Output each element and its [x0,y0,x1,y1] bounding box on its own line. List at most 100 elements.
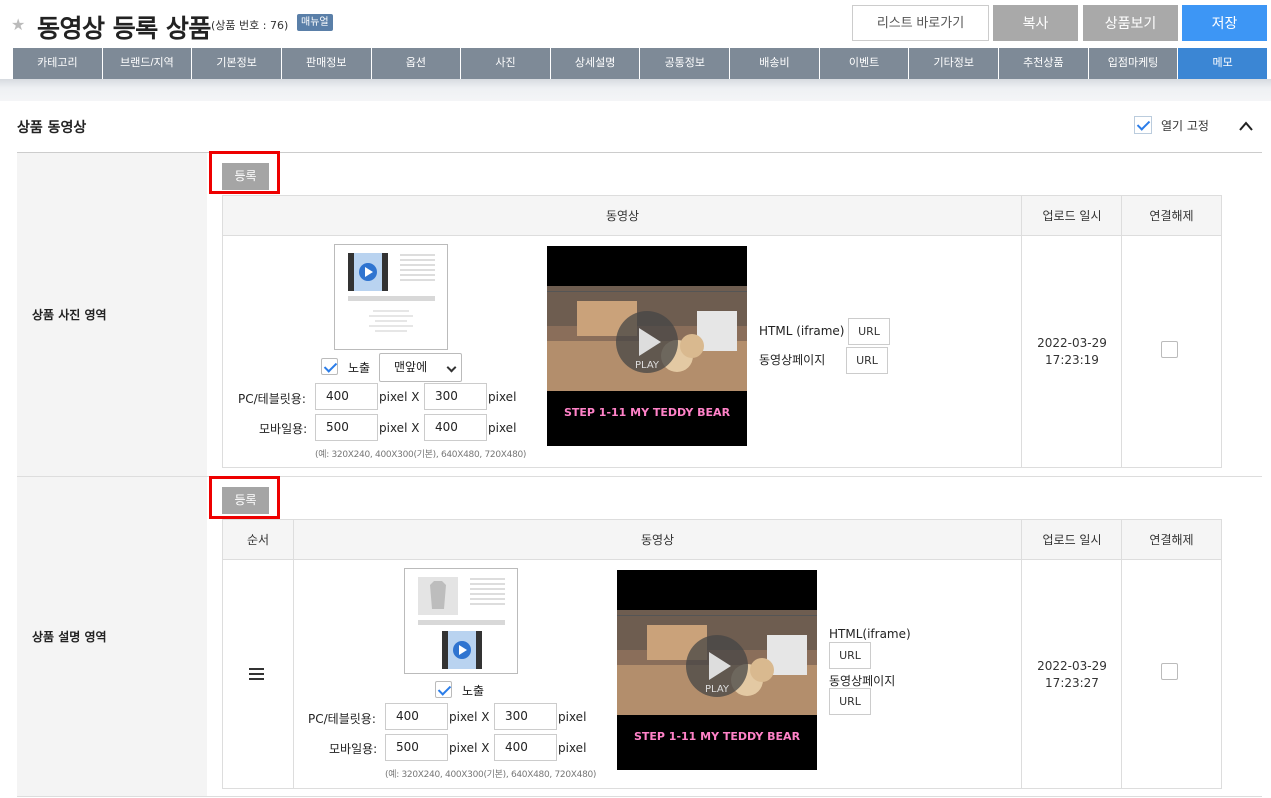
col-divider [1121,520,1122,788]
product-tabs: 카테고리 브랜드/지역 기본정보 판매정보 옵션 사진 상세설명 공통정보 배송… [13,48,1267,79]
html-iframe-label: HTML (iframe) [759,324,845,338]
video-play-label: PLAY [704,684,729,695]
photo-show-label: 노출 [348,361,371,375]
tab-event[interactable]: 이벤트 [819,48,910,79]
tab-common-info[interactable]: 공통정보 [640,48,731,79]
drag-handle-icon[interactable] [249,668,264,680]
pc-height-input[interactable]: 300 [424,383,487,410]
video-preview[interactable]: PLAY STEP 1-11 MY TEDDY BEAR [547,246,747,446]
video-play-label: PLAY [634,360,659,371]
tab-recommended[interactable]: 추천상품 [999,48,1089,79]
keep-open-checkbox[interactable] [1134,116,1152,134]
video-page-url-button[interactable]: URL [829,688,871,715]
col-header-upload-date: 업로드 일시 [1022,520,1122,560]
desc-area-label: 상품 설명 영역 [32,630,107,644]
mobile-size-label: 모바일용: [259,422,308,436]
desc-unlink-checkbox[interactable] [1161,663,1178,680]
upload-datetime: 2022-03-29 17:23:19 [1022,335,1122,369]
mobile-size-label: 모바일용: [329,742,378,756]
mobile-width-input[interactable]: 500 [315,414,378,441]
pixel-x-label: pixel X [379,421,420,435]
photo-register-button[interactable]: 등록 [222,163,269,190]
video-caption: STEP 1-11 MY TEDDY BEAR [633,730,801,743]
video-page-url-button[interactable]: URL [846,347,888,374]
tab-sales-info[interactable]: 판매정보 [281,48,372,79]
mobile-width-input[interactable]: 500 [385,734,448,761]
tab-memo[interactable]: 메모 [1178,48,1267,79]
video-bottom-layout-icon [418,577,505,669]
col-divider [1121,196,1122,467]
html-iframe-url-button[interactable]: URL [848,318,890,345]
page-header: ★ 동영상 등록 상품 (상품 번호 : 76) 매뉴얼 리스트 바로가기 복사… [0,0,1271,46]
mobile-height-input[interactable]: 400 [424,414,487,441]
pc-size-label: PC/테블릿용: [308,712,376,726]
pc-width-input[interactable]: 400 [385,703,448,730]
tab-category[interactable]: 카테고리 [13,48,103,79]
manual-badge[interactable]: 매뉴얼 [297,14,333,31]
save-button[interactable]: 저장 [1182,5,1267,41]
tab-brand-region[interactable]: 브랜드/지역 [102,48,193,79]
position-select-value: 맨앞에 [394,360,428,374]
tab-shipping[interactable]: 배송비 [730,48,820,79]
product-number: (상품 번호 : 76) [211,19,289,32]
tab-description[interactable]: 상세설명 [550,48,641,79]
pixel-label: pixel [558,741,587,755]
keep-open-label: 열기 고정 [1161,119,1209,133]
upload-datetime: 2022-03-29 17:23:27 [1022,658,1122,692]
view-product-button[interactable]: 상품보기 [1083,5,1178,41]
col-header-unlink: 연결해제 [1122,520,1221,560]
tabs-divider [0,79,1271,101]
section-title: 상품 동영상 [17,120,87,136]
copy-button[interactable]: 복사 [993,5,1078,41]
html-iframe-url-button[interactable]: URL [829,642,871,669]
upload-time: 17:23:19 [1045,353,1099,367]
col-divider [1021,520,1022,788]
pixel-label: pixel [488,421,517,435]
col-header-video: 동영상 [293,520,1022,560]
col-header-video: 동영상 [223,196,1022,236]
col-header-unlink: 연결해제 [1122,196,1221,236]
desc-show-label: 노출 [462,684,485,698]
photo-position-select[interactable]: 맨앞에 [379,353,462,382]
pixel-x-label: pixel X [449,741,490,755]
pc-height-input[interactable]: 300 [494,703,557,730]
tab-basic-info[interactable]: 기본정보 [192,48,282,79]
pc-size-label: PC/테블릿용: [238,392,306,406]
upload-date: 2022-03-29 [1037,336,1107,350]
tab-marketing[interactable]: 입점마케팅 [1088,48,1179,79]
size-hint: (예: 320X240, 400X300(기본), 640X480, 720X4… [315,450,527,460]
photo-unlink-checkbox[interactable] [1161,341,1178,358]
video-preview[interactable]: PLAY STEP 1-11 MY TEDDY BEAR [617,570,817,770]
page-title: 동영상 등록 상품 [37,14,211,43]
size-hint: (예: 320X240, 400X300(기본), 640X480, 720X4… [385,770,597,780]
tab-photos[interactable]: 사진 [461,48,551,79]
pc-width-input[interactable]: 400 [315,383,378,410]
video-position-thumbnail [404,568,518,674]
collapse-chevron-up-icon[interactable] [1238,118,1254,134]
col-divider [293,520,294,788]
html-iframe-label: HTML(iframe) [829,627,911,641]
upload-date: 2022-03-29 [1037,659,1107,673]
col-header-order: 순서 [223,520,293,560]
video-page-label: 동영상페이지 [829,674,896,688]
chevron-down-icon [446,362,457,373]
col-header-upload-date: 업로드 일시 [1022,196,1122,236]
video-page-label: 동영상페이지 [759,353,826,367]
tab-other-info[interactable]: 기타정보 [909,48,1000,79]
video-position-thumbnail [334,244,448,350]
mobile-height-input[interactable]: 400 [494,734,557,761]
tab-options[interactable]: 옵션 [371,48,462,79]
desc-register-button[interactable]: 등록 [222,487,269,514]
pixel-label: pixel [488,390,517,404]
pixel-label: pixel [558,710,587,724]
video-caption: STEP 1-11 MY TEDDY BEAR [563,406,731,419]
photo-show-checkbox[interactable] [321,358,338,375]
go-to-list-button[interactable]: 리스트 바로가기 [852,5,989,41]
desc-show-checkbox[interactable] [435,681,452,698]
col-divider [1021,196,1022,467]
row-divider [17,796,1262,797]
favorite-star-icon[interactable]: ★ [11,16,25,34]
video-top-layout-icon [348,253,435,332]
upload-time: 17:23:27 [1045,676,1099,690]
photo-area-label: 상품 사진 영역 [32,308,107,322]
